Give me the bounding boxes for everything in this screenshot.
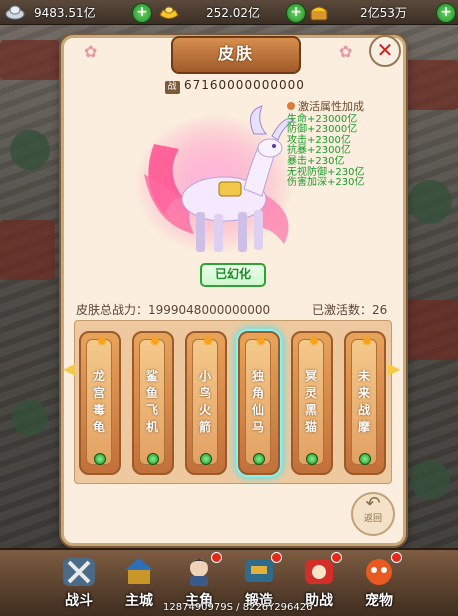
notification-dot bbox=[391, 552, 402, 563]
skin-name: 龙宫毒龟 bbox=[92, 369, 105, 434]
green-gem-icon bbox=[253, 453, 265, 465]
skin-name: 未来战摩 bbox=[357, 369, 370, 434]
attributes-heading: 激活属性加成 bbox=[287, 100, 397, 113]
total-skin-power: 皮肤总战力：1999048000000000 bbox=[76, 303, 271, 317]
attributes-heading-text: 激活属性加成 bbox=[298, 100, 364, 113]
footer-id-text: 1287490979S / 8226Y296426 bbox=[163, 602, 313, 613]
gem-icon: ✹ bbox=[202, 334, 214, 350]
skin-card-frame: ✹ 未来战摩 bbox=[351, 335, 377, 465]
skin-card[interactable]: ✹ 鲨鱼飞机 bbox=[132, 331, 174, 475]
skin-card-frame: ✹ 独角仙马 bbox=[245, 335, 271, 465]
skin-name: 冥灵黑猫 bbox=[304, 369, 317, 434]
skin-name: 小鸟火箭 bbox=[198, 369, 211, 434]
activated-count: 已激活数：26 bbox=[312, 303, 388, 317]
power-value: 67160000000000 bbox=[184, 78, 305, 92]
flower-decoration-icon: ✿ bbox=[84, 42, 98, 61]
notification-dot bbox=[271, 552, 282, 563]
skin-card[interactable]: ✹ 小鸟火箭 bbox=[185, 331, 227, 475]
green-gem-icon bbox=[306, 453, 318, 465]
green-gem-icon bbox=[359, 453, 371, 465]
add-silver-button[interactable]: + bbox=[132, 3, 152, 23]
gold-ingot-icon bbox=[159, 6, 179, 19]
status-badge: 已幻化 bbox=[200, 263, 266, 287]
back-button[interactable]: ↶ 返回 bbox=[351, 492, 395, 536]
attribute-bullet-icon bbox=[287, 102, 295, 110]
city-icon bbox=[125, 558, 153, 584]
skin-card-selected[interactable]: ✹ 独角仙马 bbox=[238, 331, 280, 475]
add-treasure-button[interactable]: + bbox=[436, 3, 456, 23]
flower-decoration-icon: ✿ bbox=[339, 42, 353, 61]
crossed-swords-icon bbox=[63, 558, 95, 586]
panel-title: 皮肤 bbox=[171, 36, 301, 74]
silver-icon bbox=[5, 5, 25, 20]
skin-card[interactable]: ✹ 冥灵黑猫 bbox=[291, 331, 333, 475]
activation-attributes: 激活属性加成 生命+23000亿 防御+23000亿 攻击+2300亿 抗暴+2… bbox=[287, 100, 397, 189]
attribute-row: 伤害加深+230亿 bbox=[287, 177, 365, 189]
gem-icon: ✹ bbox=[361, 334, 373, 350]
nav-label: 主城 bbox=[125, 593, 153, 609]
gold-resource: 252.02亿 + bbox=[158, 2, 308, 23]
unicorn-horse-skin-image bbox=[134, 105, 295, 254]
back-label: 返回 bbox=[363, 514, 382, 524]
gem-icon: ✹ bbox=[96, 334, 108, 350]
gem-icon: ✹ bbox=[149, 334, 161, 350]
add-gold-button[interactable]: + bbox=[286, 3, 306, 23]
nav-label: 战斗 bbox=[65, 593, 93, 609]
green-gem-icon bbox=[147, 453, 159, 465]
skin-power: 战 67160000000000 bbox=[165, 78, 305, 94]
skin-name: 鲨鱼飞机 bbox=[145, 369, 158, 434]
green-gem-icon bbox=[200, 453, 212, 465]
gold-value: 252.02亿 bbox=[206, 6, 260, 20]
skin-card-frame: ✹ 小鸟火箭 bbox=[192, 335, 218, 465]
skin-card-frame: ✹ 鲨鱼飞机 bbox=[139, 335, 165, 465]
treasure-resource: 2亿53万 + bbox=[308, 2, 458, 23]
panel-title-text: 皮肤 bbox=[217, 44, 254, 63]
silver-value: 9483.51亿 bbox=[34, 6, 96, 20]
nav-label: 宠物 bbox=[365, 593, 393, 609]
skin-name: 独角仙马 bbox=[251, 369, 264, 434]
resource-bar: 9483.51亿 + 252.02亿 + 2亿53万 + bbox=[0, 0, 458, 25]
attribute-row: 暴击+230亿 bbox=[287, 155, 345, 167]
skin-card[interactable]: ✹ 龙宫毒龟 bbox=[79, 331, 121, 475]
gem-icon: ✹ bbox=[255, 334, 267, 350]
gem-icon: ✹ bbox=[308, 334, 320, 350]
skin-card[interactable]: ✹ 未来战摩 bbox=[344, 331, 386, 475]
treasure-icon bbox=[310, 6, 328, 21]
power-label: 战 bbox=[165, 81, 180, 94]
close-icon: ✕ bbox=[376, 38, 394, 62]
silver-resource: 9483.51亿 + bbox=[4, 2, 154, 23]
green-gem-icon bbox=[94, 453, 106, 465]
nav-pet[interactable]: 宠物 bbox=[350, 550, 408, 616]
scroll-left-arrow-icon[interactable]: ◀ bbox=[63, 360, 75, 378]
treasure-value: 2亿53万 bbox=[360, 6, 407, 20]
scroll-right-arrow-icon[interactable]: ▶ bbox=[388, 360, 400, 378]
nav-battle[interactable]: 战斗 bbox=[50, 550, 108, 616]
skin-list: ✹ 龙宫毒龟 ✹ 鲨鱼飞机 ✹ 小鸟火箭 ✹ 独角仙马 ✹ 冥灵黑猫 ✹ 未来战… bbox=[74, 320, 392, 484]
nav-city[interactable]: 主城 bbox=[110, 550, 168, 616]
notification-dot bbox=[211, 552, 222, 563]
skin-card-frame: ✹ 冥灵黑猫 bbox=[298, 335, 324, 465]
notification-dot bbox=[331, 552, 342, 563]
skin-panel: ✿ ✿ 皮肤 ✕ 战 67160000000000 激活属性加成 生命+2300… bbox=[61, 35, 406, 546]
close-button[interactable]: ✕ bbox=[369, 35, 401, 67]
skin-card-frame: ✹ 龙宫毒龟 bbox=[86, 335, 112, 465]
back-arrow-icon: ↶ bbox=[365, 493, 381, 514]
